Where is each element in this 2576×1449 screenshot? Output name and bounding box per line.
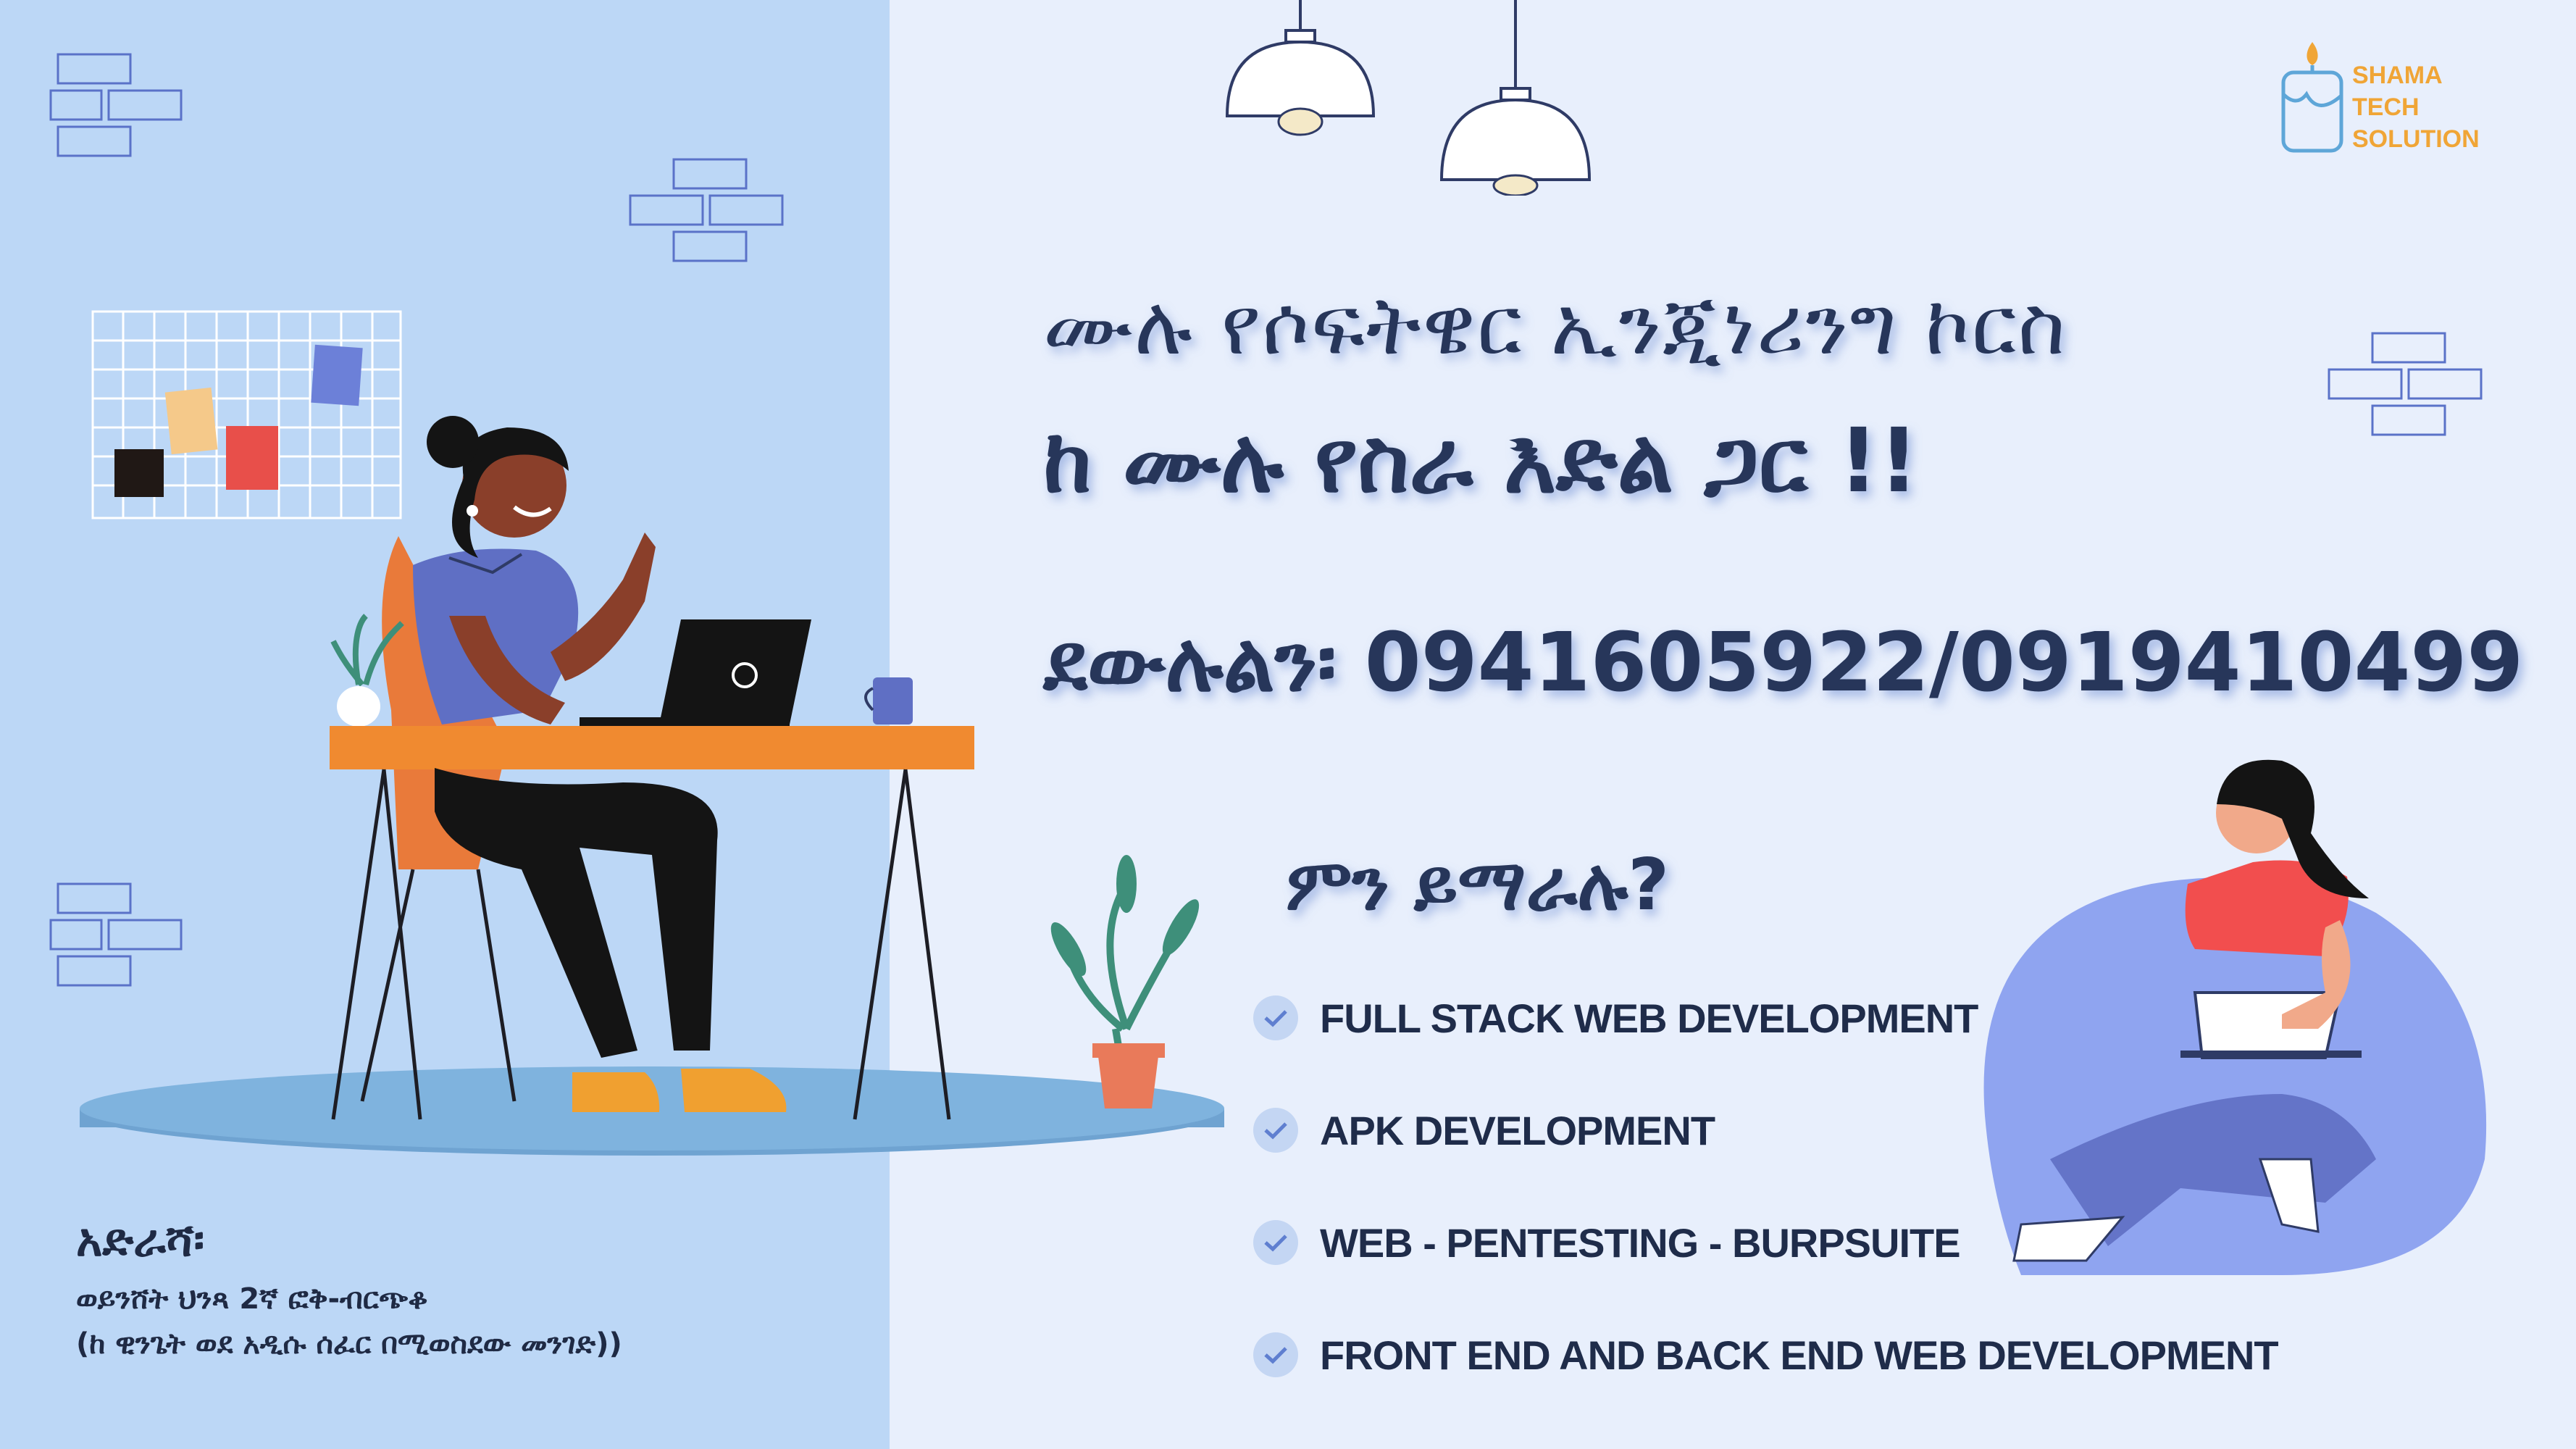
course-label: FRONT END AND BACK END WEB DEVELOPMENT — [1320, 1332, 2279, 1378]
address-line-1: ወይንሸት ህንጻ 2ኛ ፎቅ-ብርጭቆ — [76, 1282, 428, 1316]
course-label: WEB - PENTESTING - BURPSUITE — [1320, 1219, 1961, 1266]
woman-at-desk-illustration — [80, 416, 1224, 1156]
poster: SHAMA TECH SOLUTION ሙሉ የሶፍትዌር ኢንጂነሪንግ ኮር… — [0, 0, 2576, 1449]
brick-wall-icon — [2328, 332, 2483, 436]
pendant-lamp-icon — [1225, 0, 1592, 196]
contact-phone: ደውሉልን፡ 0941605922/0919410499 — [1043, 616, 2524, 710]
checkmark-icon — [1253, 1332, 1298, 1377]
candle-icon — [2281, 42, 2343, 153]
course-label: APK DEVELOPMENT — [1320, 1107, 1715, 1153]
checkmark-icon — [1253, 995, 1298, 1040]
logo-text-line-2: TECH — [2352, 93, 2420, 121]
course-label: FULL STACK WEB DEVELOPMENT — [1320, 995, 1978, 1041]
course-headline: ሙሉ የሶፍትዌር ኢንጂነሪንግ ኮርስ — [1043, 279, 2067, 373]
course-list-item: WEB - PENTESTING - BURPSUITE — [1253, 1214, 1961, 1271]
brick-wall-icon — [629, 158, 784, 262]
logo-text-line-1: SHAMA — [2352, 62, 2443, 89]
course-list-item: APK DEVELOPMENT — [1253, 1101, 1715, 1159]
logo-text-line-3: SOLUTION — [2352, 125, 2480, 153]
checkmark-icon — [1253, 1220, 1298, 1265]
course-list-item: FRONT END AND BACK END WEB DEVELOPMENT — [1253, 1326, 2279, 1384]
checkmark-icon — [1253, 1108, 1298, 1153]
what-you-learn-heading: ምን ይማራሉ? — [1286, 844, 1670, 927]
job-opportunity-headline: ከ ሙሉ የስራ እድል ጋር !! — [1043, 409, 1919, 512]
address-title: አድራሻ፡ — [76, 1214, 205, 1266]
course-list-item: FULL STACK WEB DEVELOPMENT — [1253, 989, 1978, 1047]
brick-wall-icon — [49, 53, 183, 157]
address-line-2: (ከ ዊንጌት ወደ አዲሱ ሰፈር በሚወስደው መንገድ)) — [76, 1327, 622, 1361]
